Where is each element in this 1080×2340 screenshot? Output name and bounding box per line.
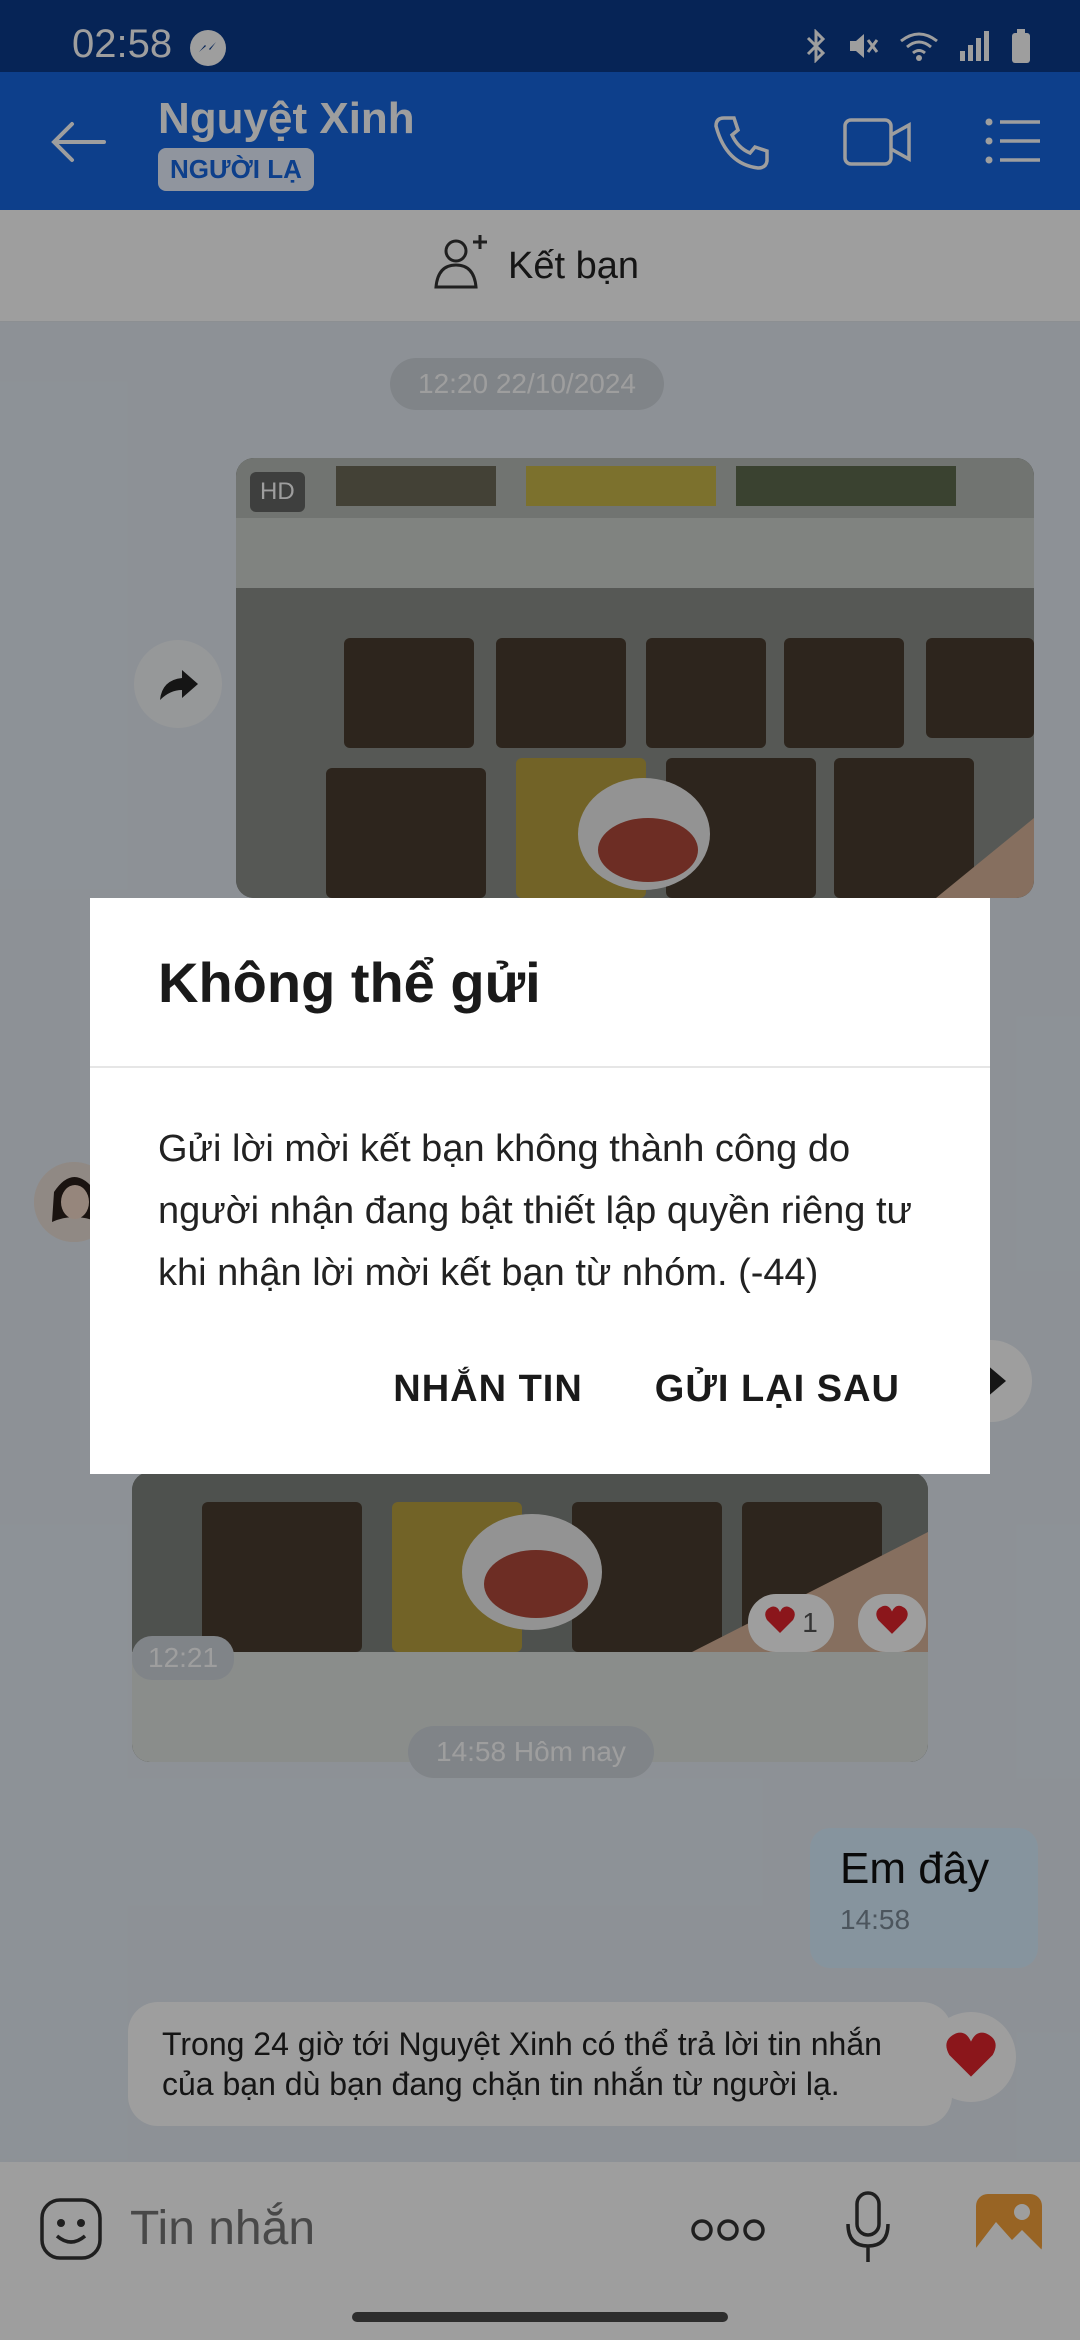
dialog-divider	[90, 1066, 990, 1068]
error-dialog: Không thể gửi Gửi lời mời kết bạn không …	[90, 898, 990, 1474]
dialog-message: Gửi lời mời kết bạn không thành công do …	[158, 1128, 912, 1294]
resend-later-button[interactable]: GỬI LẠI SAU	[655, 1368, 900, 1411]
send-message-button[interactable]: NHẮN TIN	[393, 1368, 583, 1411]
dialog-actions: NHẮN TIN GỬI LẠI SAU	[393, 1368, 900, 1411]
dialog-title: Không thể gửi	[158, 951, 541, 1014]
